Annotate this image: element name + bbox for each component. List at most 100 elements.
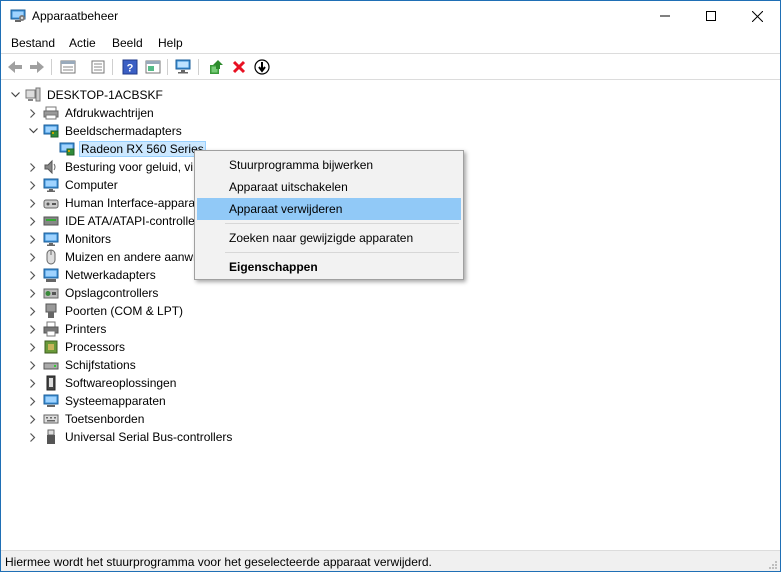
hid-icon: [43, 195, 59, 211]
tree-category-item[interactable]: Printers: [27, 320, 108, 338]
tree-item-label: Printers: [65, 322, 107, 336]
speaker-icon: [43, 159, 59, 175]
show-hidden-icon[interactable]: [143, 58, 163, 76]
resize-grip-icon[interactable]: [768, 559, 778, 569]
printer-icon: [43, 321, 59, 337]
window-title: Apparaatbeheer: [32, 9, 119, 23]
chevron-right-icon[interactable]: [27, 410, 39, 428]
tree-item-label: Besturing voor geluid, vi: [65, 160, 194, 174]
keyboard-icon: [43, 411, 59, 427]
context-menu: Stuurprogramma bijwerken Apparaat uitsch…: [194, 150, 464, 280]
tree-category-item[interactable]: Poorten (COM & LPT): [27, 302, 185, 320]
ctx-properties[interactable]: Eigenschappen: [197, 256, 461, 278]
usb-icon: [43, 429, 59, 445]
tree-category-item[interactable]: Systeemapparaten: [27, 392, 168, 410]
cpu-icon: [43, 339, 59, 355]
chevron-right-icon[interactable]: [27, 374, 39, 392]
monitor-icon: [43, 231, 59, 247]
menu-bestand[interactable]: Bestand: [11, 36, 55, 50]
chevron-right-icon[interactable]: [27, 320, 39, 338]
chevron-down-icon[interactable]: [27, 122, 39, 140]
tree-item-label: Softwareoplossingen: [65, 376, 177, 390]
status-text: Hiermee wordt het stuurprogramma voor he…: [5, 555, 432, 569]
tree-category-item[interactable]: Computer: [27, 176, 120, 194]
minimize-icon: [660, 15, 670, 17]
svg-text:?: ?: [127, 63, 134, 75]
tree-item-label: Opslagcontrollers: [65, 286, 159, 300]
chevron-right-icon[interactable]: [27, 194, 39, 212]
chevron-right-icon[interactable]: [27, 248, 39, 266]
tree-root[interactable]: DESKTOP-1ACBSKF: [9, 86, 165, 104]
tree-item-label: Radeon RX 560 Series: [79, 141, 206, 157]
menu-help[interactable]: Help: [158, 36, 183, 50]
tree-item-label: Toetsenborden: [65, 412, 145, 426]
monitor-icon: [43, 177, 59, 193]
chevron-right-icon[interactable]: [27, 158, 39, 176]
tree-category-item[interactable]: Human Interface-appara: [27, 194, 197, 212]
ctx-separator: [225, 252, 459, 253]
close-button[interactable]: [734, 1, 780, 31]
minimize-button[interactable]: [642, 1, 688, 31]
tree-category-item[interactable]: Monitors: [27, 230, 113, 248]
tree-item-label: Human Interface-appara: [65, 196, 196, 210]
tree-category-item[interactable]: Processors: [27, 338, 127, 356]
chevron-right-icon[interactable]: [27, 176, 39, 194]
tree-item-label: Systeemapparaten: [65, 394, 166, 408]
device-manager-app-icon: [10, 9, 26, 23]
chevron-down-icon[interactable]: [9, 86, 21, 104]
tree-category-item[interactable]: Universal Serial Bus-controllers: [27, 428, 234, 446]
tree-category-item[interactable]: Toetsenborden: [27, 410, 146, 428]
chevron-right-icon[interactable]: [27, 428, 39, 446]
chevron-right-icon[interactable]: [27, 104, 39, 122]
tree-category-item[interactable]: Beeldschermadapters: [27, 122, 184, 140]
tree-category-item[interactable]: Softwareoplossingen: [27, 374, 178, 392]
menu-bar: Bestand Actie Beeld Help: [1, 32, 780, 54]
disable-icon[interactable]: [252, 58, 272, 76]
tree-item-label: IDE ATA/ATAPI-controlle: [65, 214, 195, 228]
title-bar[interactable]: Apparaatbeheer: [1, 1, 780, 31]
tree-item-label: Muizen en andere aanwi: [65, 250, 196, 264]
maximize-button[interactable]: [688, 1, 734, 31]
menu-actie[interactable]: Actie: [69, 36, 96, 50]
tree-category-item[interactable]: Netwerkadapters: [27, 266, 158, 284]
chevron-right-icon[interactable]: [27, 212, 39, 230]
forward-icon[interactable]: [27, 58, 47, 76]
help-icon[interactable]: ?: [120, 58, 140, 76]
list-view-icon[interactable]: [88, 58, 108, 76]
chevron-right-icon[interactable]: [27, 230, 39, 248]
scan-hardware-icon[interactable]: [174, 58, 194, 76]
ctx-scan-hardware[interactable]: Zoeken naar gewijzigde apparaten: [197, 227, 461, 249]
uninstall-icon[interactable]: [229, 58, 249, 76]
properties-view-icon[interactable]: [58, 58, 78, 76]
chevron-right-icon[interactable]: [27, 302, 39, 320]
tree-device-item[interactable]: Radeon RX 560 Series: [43, 140, 206, 158]
tree-item-label: Afdrukwachtrijen: [65, 106, 154, 120]
tree-category-item[interactable]: Muizen en andere aanwi: [27, 248, 198, 266]
tree-category-item[interactable]: Opslagcontrollers: [27, 284, 160, 302]
ctx-uninstall-device[interactable]: Apparaat verwijderen: [197, 198, 461, 220]
system-icon: [43, 393, 59, 409]
chevron-right-icon[interactable]: [27, 392, 39, 410]
chevron-right-icon[interactable]: [27, 266, 39, 284]
update-driver-icon[interactable]: [206, 58, 226, 76]
display-adapter-icon: [43, 123, 59, 139]
tree-category-item[interactable]: Afdrukwachtrijen: [27, 104, 156, 122]
tree-category-item[interactable]: Schijfstations: [27, 356, 138, 374]
menu-beeld[interactable]: Beeld: [112, 36, 143, 50]
mouse-icon: [43, 249, 59, 265]
port-icon: [43, 303, 59, 319]
chevron-right-icon[interactable]: [27, 338, 39, 356]
chevron-right-icon[interactable]: [27, 356, 39, 374]
ctx-update-driver[interactable]: Stuurprogramma bijwerken: [197, 154, 461, 176]
back-icon[interactable]: [5, 58, 25, 76]
toolbar-separator: [51, 59, 52, 75]
tree-category-item[interactable]: Besturing voor geluid, vi: [27, 158, 195, 176]
toolbar-separator: [112, 59, 113, 75]
tree-item-label: Processors: [65, 340, 126, 354]
ctx-disable-device[interactable]: Apparaat uitschakelen: [197, 176, 461, 198]
toolbar-separator: [167, 59, 168, 75]
chevron-right-icon[interactable]: [27, 284, 39, 302]
tree-category-item[interactable]: IDE ATA/ATAPI-controlle: [27, 212, 197, 230]
tree-item-label: Netwerkadapters: [65, 268, 156, 282]
